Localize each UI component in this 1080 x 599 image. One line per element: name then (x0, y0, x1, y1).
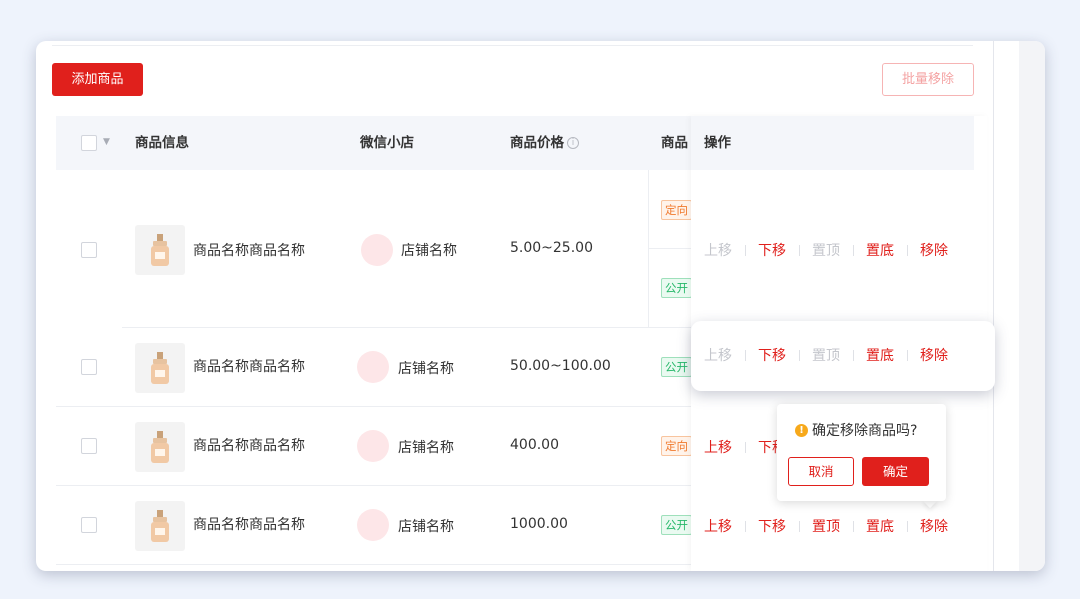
column-header-price-label: 商品价格 (510, 135, 564, 151)
divider (853, 521, 854, 532)
divider (993, 41, 994, 571)
move-down-button[interactable]: 下移 (758, 345, 786, 365)
add-product-button[interactable]: 添加商品 (52, 63, 143, 96)
avatar (361, 234, 393, 266)
row-checkbox[interactable] (81, 242, 97, 258)
status-badge: 公开 (661, 278, 692, 298)
column-header-wechat-shop: 微信小店 (360, 135, 414, 151)
perfume-bottle-icon (151, 431, 169, 463)
divider (799, 350, 800, 361)
row-divider (56, 406, 696, 407)
shop-name: 店铺名称 (398, 440, 454, 456)
divider (799, 245, 800, 256)
batch-remove-button[interactable]: 批量移除 (882, 63, 974, 96)
info-icon[interactable]: i (567, 137, 579, 149)
remove-button[interactable]: 移除 (920, 345, 948, 365)
perfume-bottle-icon (151, 234, 169, 266)
pin-bottom-button[interactable]: 置底 (866, 516, 894, 536)
avatar (357, 351, 389, 383)
pin-top-button[interactable]: 置顶 (812, 516, 840, 536)
product-price: 50.00~100.00 (510, 358, 611, 374)
select-all-checkbox[interactable] (81, 135, 97, 151)
perfume-bottle-icon (151, 352, 169, 384)
product-thumbnail (135, 225, 185, 275)
shop-name: 店铺名称 (401, 243, 457, 259)
remove-button[interactable]: 移除 (920, 516, 948, 536)
product-name: 商品名称商品名称 (193, 359, 305, 375)
divider (52, 45, 973, 46)
product-price: 5.00~25.00 (510, 240, 593, 256)
move-down-button[interactable]: 下移 (758, 240, 786, 260)
operations-header: 操作 (691, 116, 974, 170)
status-badge: 公开 (661, 357, 692, 377)
remove-button[interactable]: 移除 (920, 240, 948, 260)
move-up-button[interactable]: 上移 (704, 345, 732, 365)
scroll-gutter[interactable] (1019, 41, 1045, 571)
shop-name: 店铺名称 (398, 519, 454, 535)
product-thumbnail (135, 422, 185, 472)
status-badge: 定向 (661, 200, 692, 220)
row-checkbox[interactable] (81, 359, 97, 375)
divider (745, 442, 746, 453)
move-up-button[interactable]: 上移 (704, 240, 732, 260)
move-down-button[interactable]: 下移 (758, 516, 786, 536)
product-price: 1000.00 (510, 516, 568, 532)
product-thumbnail (135, 501, 185, 551)
remove-confirm-popover: ! 确定移除商品吗? 取消 确定 (777, 404, 946, 501)
row-checkbox[interactable] (81, 517, 97, 533)
product-thumbnail (135, 343, 185, 393)
row-divider (122, 327, 694, 328)
divider (907, 521, 908, 532)
avatar (357, 509, 389, 541)
divider (907, 350, 908, 361)
warning-icon: ! (795, 424, 808, 437)
divider (745, 521, 746, 532)
pin-bottom-button[interactable]: 置底 (866, 345, 894, 365)
divider (799, 521, 800, 532)
product-name: 商品名称商品名称 (193, 243, 305, 259)
row-checkbox[interactable] (81, 438, 97, 454)
status-badge: 定向 (661, 436, 692, 456)
divider (745, 350, 746, 361)
caret-down-icon[interactable]: ▼ (103, 137, 110, 147)
status-badge: 公开 (661, 515, 692, 535)
column-header-operations: 操作 (704, 135, 731, 151)
divider (907, 245, 908, 256)
row-divider (56, 564, 696, 565)
shop-name: 店铺名称 (398, 361, 454, 377)
confirm-message: 确定移除商品吗? (812, 423, 918, 439)
product-name: 商品名称商品名称 (193, 438, 305, 454)
divider (745, 245, 746, 256)
divider (853, 245, 854, 256)
column-header-product-status: 商品 (661, 135, 688, 151)
column-header-product-info: 商品信息 (135, 135, 189, 151)
row-divider (56, 485, 696, 486)
pin-bottom-button[interactable]: 置底 (866, 240, 894, 260)
divider (853, 350, 854, 361)
pin-top-button[interactable]: 置顶 (812, 345, 840, 365)
perfume-bottle-icon (151, 510, 169, 542)
column-header-price: 商品价格 i (510, 116, 579, 170)
cancel-button[interactable]: 取消 (788, 457, 854, 486)
confirm-button[interactable]: 确定 (862, 457, 929, 486)
pin-top-button[interactable]: 置顶 (812, 240, 840, 260)
product-name: 商品名称商品名称 (193, 517, 305, 533)
avatar (357, 430, 389, 462)
product-price: 400.00 (510, 437, 559, 453)
row-operations-card: 上移 下移 置顶 置底 移除 (691, 321, 995, 391)
move-up-button[interactable]: 上移 (704, 437, 732, 457)
move-up-button[interactable]: 上移 (704, 516, 732, 536)
